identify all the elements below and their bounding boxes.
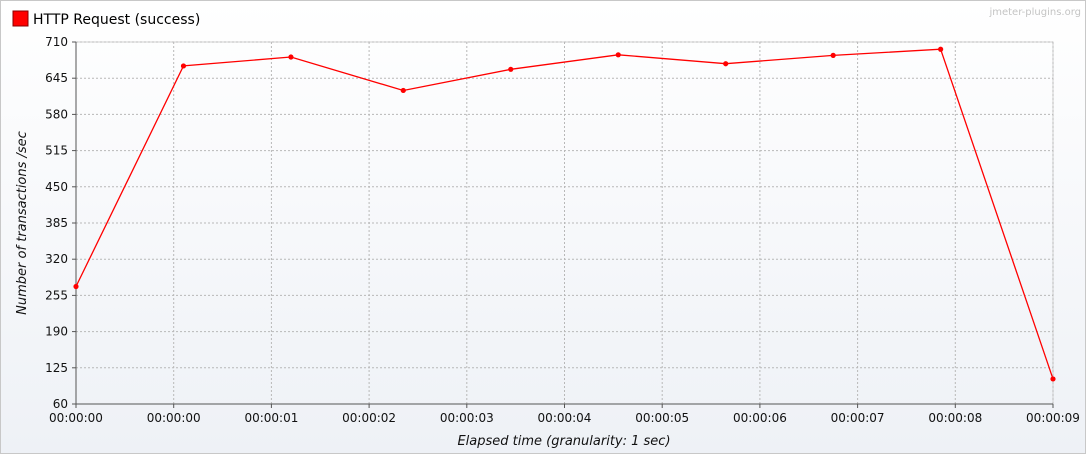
legend-label: HTTP Request (success) <box>33 12 200 28</box>
data-point <box>938 46 944 52</box>
x-tick-label: 00:00:04 <box>538 411 592 425</box>
y-tick-label: 385 <box>45 216 68 230</box>
legend: HTTP Request (success) <box>12 10 200 28</box>
watermark: jmeter-plugins.org <box>988 7 1081 18</box>
x-tick-label: 00:00:06 <box>733 411 787 425</box>
data-point <box>723 61 729 67</box>
data-point <box>830 52 836 58</box>
data-point <box>288 54 294 60</box>
y-tick-label: 125 <box>45 361 68 375</box>
y-tick-label: 450 <box>45 180 68 194</box>
x-tick-label: 00:00:02 <box>342 411 396 425</box>
data-point <box>180 63 187 69</box>
data-point <box>1050 376 1056 382</box>
tick-labels: 60 125 190 255 320 385 450 515 580 645 710 00:00:00… <box>45 35 1080 425</box>
x-tick-label: 00:00:00 <box>49 411 103 425</box>
y-tick-label: 580 <box>45 107 68 121</box>
x-tick-label: 00:00:05 <box>635 411 689 425</box>
x-tick-label: 00:00:07 <box>831 411 885 425</box>
x-tick-label: 00:00:03 <box>440 411 494 425</box>
y-axis-title: Number of transactions /sec <box>15 131 30 315</box>
x-axis-title: Elapsed time (granularity: 1 sec) <box>457 434 670 449</box>
x-tick-label: 00:00:09 <box>1026 411 1080 425</box>
legend-swatch <box>12 10 29 27</box>
grid <box>75 41 1054 405</box>
y-tick-label: 710 <box>45 35 68 49</box>
y-tick-label: 190 <box>45 325 68 339</box>
x-tick-label: 00:00:00 <box>147 411 201 425</box>
y-tick-label: 255 <box>45 288 68 302</box>
x-tick-label: 00:00:01 <box>244 411 298 425</box>
y-tick-label: 320 <box>45 252 68 266</box>
data-point <box>615 52 621 58</box>
line-chart: 60 125 190 255 320 385 450 515 580 645 710 00:00:00… <box>12 7 1081 449</box>
data-point <box>400 87 406 94</box>
data-point <box>73 283 79 290</box>
chart-panel: 60 125 190 255 320 385 450 515 580 645 710 00:00:00… <box>0 0 1086 454</box>
x-tick-label: 00:00:08 <box>928 411 982 425</box>
y-tick-label: 645 <box>45 71 68 85</box>
y-tick-label: 60 <box>53 397 68 411</box>
y-tick-label: 515 <box>45 144 68 158</box>
data-point <box>508 66 514 72</box>
axes <box>72 41 1054 408</box>
